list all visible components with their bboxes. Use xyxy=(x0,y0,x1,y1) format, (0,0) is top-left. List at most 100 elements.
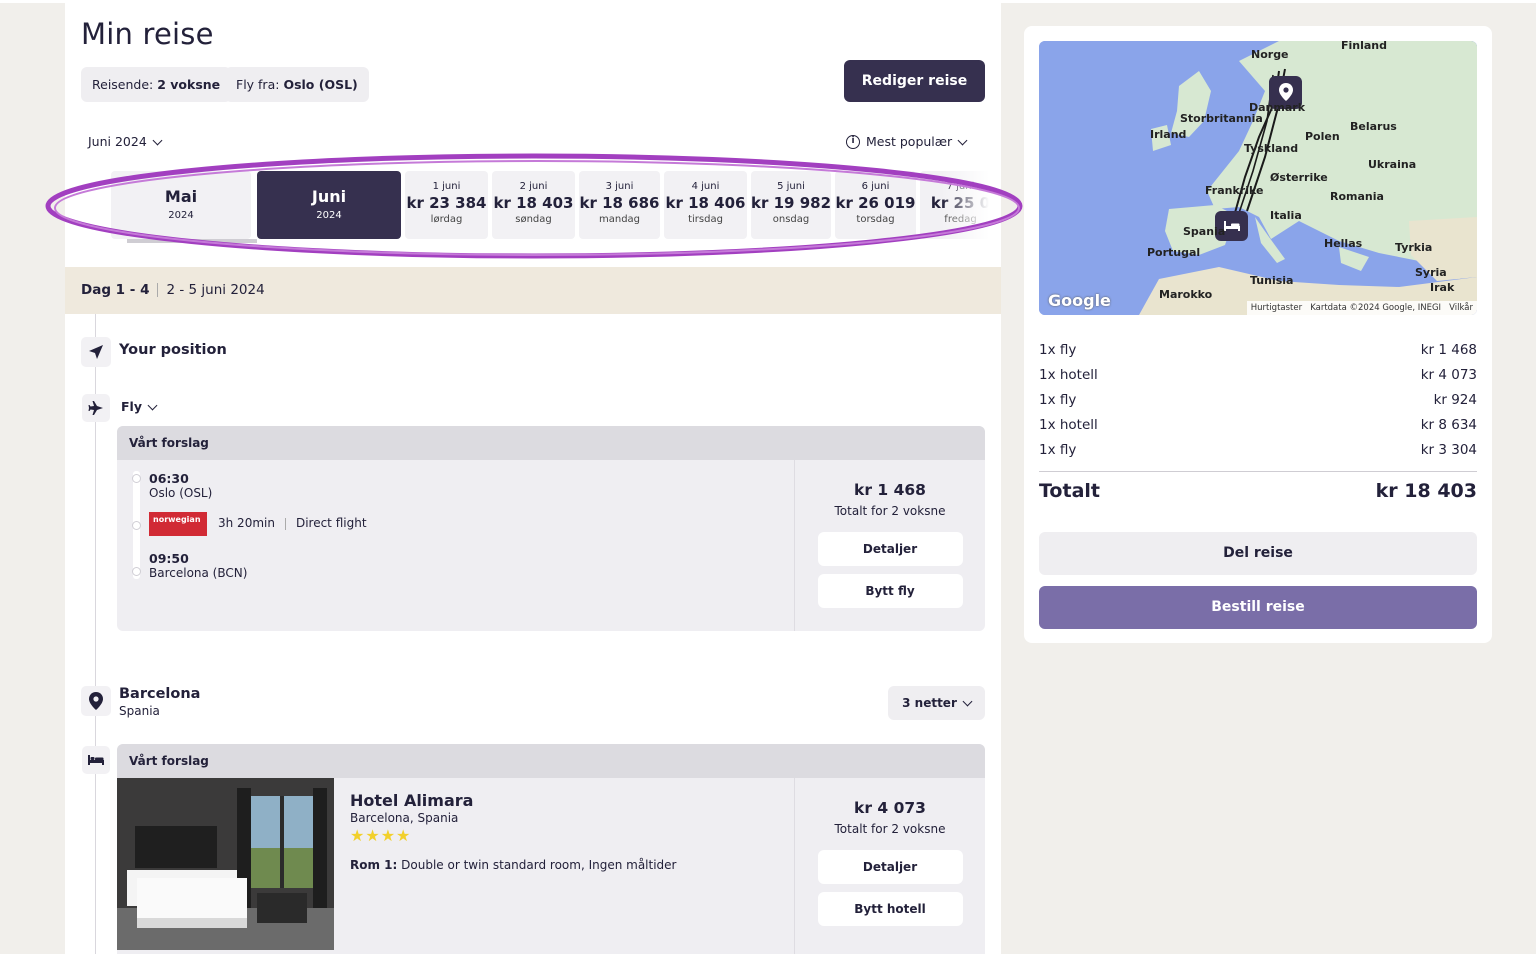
travelers-chip[interactable]: Reisende: 2 voksne xyxy=(81,67,232,102)
share-trip-button[interactable]: Del reise xyxy=(1039,532,1477,575)
day-range-dates: 2 - 5 juni 2024 xyxy=(166,282,265,298)
date-option-date: 2 juni xyxy=(519,181,548,192)
price-line-value: kr 8 634 xyxy=(1420,417,1477,433)
date-option[interactable]: 3 juni kr 18 686 mandag xyxy=(579,171,660,239)
map-label: Polen xyxy=(1305,130,1340,143)
hotel-details-button[interactable]: Detaljer xyxy=(817,850,963,884)
price-line-value: kr 4 073 xyxy=(1420,367,1477,383)
route-map[interactable]: Finland Norge Danmark Storbritannia Irla… xyxy=(1039,41,1477,315)
date-option[interactable]: 6 juni kr 26 019 torsdag xyxy=(835,171,916,239)
room-description: Double or twin standard room, Ingen målt… xyxy=(401,858,677,872)
flight-type-dropdown[interactable]: Fly xyxy=(121,399,158,414)
flight-type-text: Direct flight xyxy=(295,516,367,530)
hotel-name[interactable]: Hotel Alimara xyxy=(350,791,473,810)
map-label: Portugal xyxy=(1147,246,1201,259)
map-label: Ukraina xyxy=(1368,158,1417,171)
month-tab-name: Mai xyxy=(164,187,198,206)
map-label: Norge xyxy=(1251,48,1289,61)
map-label: Romania xyxy=(1330,190,1384,203)
month-tab-year: 2024 xyxy=(168,210,194,221)
date-option[interactable]: 1 juni kr 23 384 lørdag xyxy=(405,171,488,239)
price-line-label: 1x hotell xyxy=(1039,367,1098,383)
day-range-bar: Dag 1 - 4 2 - 5 juni 2024 xyxy=(65,267,1001,314)
arrival-time: 09:50 xyxy=(149,551,189,566)
month-dropdown-label: Juni 2024 xyxy=(88,134,147,149)
flight-details-button[interactable]: Detaljer xyxy=(817,532,963,566)
date-option-price: kr 26 019 xyxy=(835,194,916,212)
date-option-weekday: tirsdag xyxy=(688,214,723,225)
date-option-date: 6 juni xyxy=(861,181,890,192)
price-line: 1x fly kr 3 304 xyxy=(1039,442,1477,467)
date-option-date: 3 juni xyxy=(605,181,634,192)
departure-label: Fly fra: xyxy=(236,77,280,92)
airline-logo: norwegian xyxy=(149,512,207,536)
midpoint-dot xyxy=(132,521,141,530)
chevron-down-icon xyxy=(147,400,158,411)
date-option[interactable]: 4 juni kr 18 406 tirsdag xyxy=(664,171,747,239)
flight-type-label: Fly xyxy=(121,399,142,414)
nights-label: 3 netter xyxy=(902,696,957,710)
travelers-value: 2 voksne xyxy=(157,77,221,92)
map-label: Storbritannia xyxy=(1180,112,1263,125)
month-tab-mai[interactable]: Mai 2024 xyxy=(111,171,251,239)
hotel-card: Vårt forslag Hotel Alimara Barcelona, Sp… xyxy=(117,744,985,954)
date-option-price: kr 18 403 xyxy=(493,194,574,212)
date-option-price: kr 19 982 xyxy=(751,194,832,212)
nights-dropdown[interactable]: 3 netter xyxy=(888,686,985,720)
edit-trip-button[interactable]: Rediger reise xyxy=(844,60,985,102)
travelers-label: Reisende: xyxy=(92,77,154,92)
hotel-location: Barcelona, Spania xyxy=(350,811,459,825)
airplane-icon xyxy=(82,394,110,422)
date-option-price: kr 18 686 xyxy=(579,194,660,212)
chevron-down-icon xyxy=(152,135,163,146)
destination-country: Spania xyxy=(119,704,160,718)
trip-main-panel: Min reise Reisende: 2 voksne Fly fra: Os… xyxy=(65,3,1001,954)
month-tab-name: Juni xyxy=(311,187,347,206)
map-shortcuts-link[interactable]: Hurtigtaster xyxy=(1251,303,1302,313)
date-option-date: 4 juni xyxy=(691,181,720,192)
airline-name: norwegian xyxy=(153,515,201,524)
date-option-weekday: mandag xyxy=(598,214,641,225)
price-line-label: 1x fly xyxy=(1039,442,1077,458)
price-line: 1x hotell kr 8 634 xyxy=(1039,417,1477,442)
map-label: Hellas xyxy=(1324,237,1363,250)
flight-price: kr 1 468 xyxy=(854,481,926,499)
price-line: 1x fly kr 924 xyxy=(1039,392,1477,417)
date-option-weekday: torsdag xyxy=(856,214,895,225)
destination-city: Barcelona xyxy=(119,686,201,702)
change-hotel-button[interactable]: Bytt hotell xyxy=(817,892,963,926)
total-row: Totalt kr 18 403 xyxy=(1039,480,1477,502)
map-label: Irland xyxy=(1150,128,1187,141)
map-label: Østerrike xyxy=(1270,171,1328,184)
map-label: Belarus xyxy=(1350,120,1397,133)
month-dropdown[interactable]: Juni 2024 xyxy=(88,134,163,149)
info-icon[interactable]: i xyxy=(846,134,860,149)
summary-divider xyxy=(1039,471,1477,472)
map-terms-link[interactable]: Vilkår xyxy=(1449,303,1473,313)
sort-dropdown[interactable]: i Mest populær xyxy=(846,134,968,150)
date-option-price: kr 23 384 xyxy=(406,194,487,212)
date-option-date: 1 juni xyxy=(432,181,461,192)
price-line-value: kr 924 xyxy=(1433,392,1477,408)
departure-chip[interactable]: Fly fra: Oslo (OSL) xyxy=(225,67,369,102)
date-option[interactable]: 2 juni kr 18 403 søndag xyxy=(492,171,575,239)
hotel-photo[interactable] xyxy=(117,778,334,950)
price-line-value: kr 3 304 xyxy=(1420,442,1477,458)
month-tab-juni[interactable]: Juni 2024 xyxy=(257,171,401,239)
month-tab-year: 2024 xyxy=(316,210,342,221)
hotel-price-note: Totalt for 2 voksne xyxy=(834,822,946,836)
departure-value: Oslo (OSL) xyxy=(283,77,358,92)
total-label: Totalt xyxy=(1039,480,1100,502)
room-label: Rom 1: xyxy=(350,858,398,872)
hotel-price-panel: kr 4 073 Totalt for 2 voksne Detaljer By… xyxy=(794,778,985,954)
book-trip-button[interactable]: Bestill reise xyxy=(1039,586,1477,629)
day-range-days: Dag 1 - 4 xyxy=(81,282,150,298)
date-option-weekday: søndag xyxy=(515,214,552,225)
total-value: kr 18 403 xyxy=(1375,480,1477,502)
change-flight-button[interactable]: Bytt fly xyxy=(817,574,963,608)
flight-card: Vårt forslag 06:30 Oslo (OSL) norwegian … xyxy=(117,426,985,631)
date-option[interactable]: 5 juni kr 19 982 onsdag xyxy=(751,171,831,239)
scroll-indicator xyxy=(127,239,257,243)
arrival-dot xyxy=(132,567,141,576)
map-label: Finland xyxy=(1341,41,1388,52)
